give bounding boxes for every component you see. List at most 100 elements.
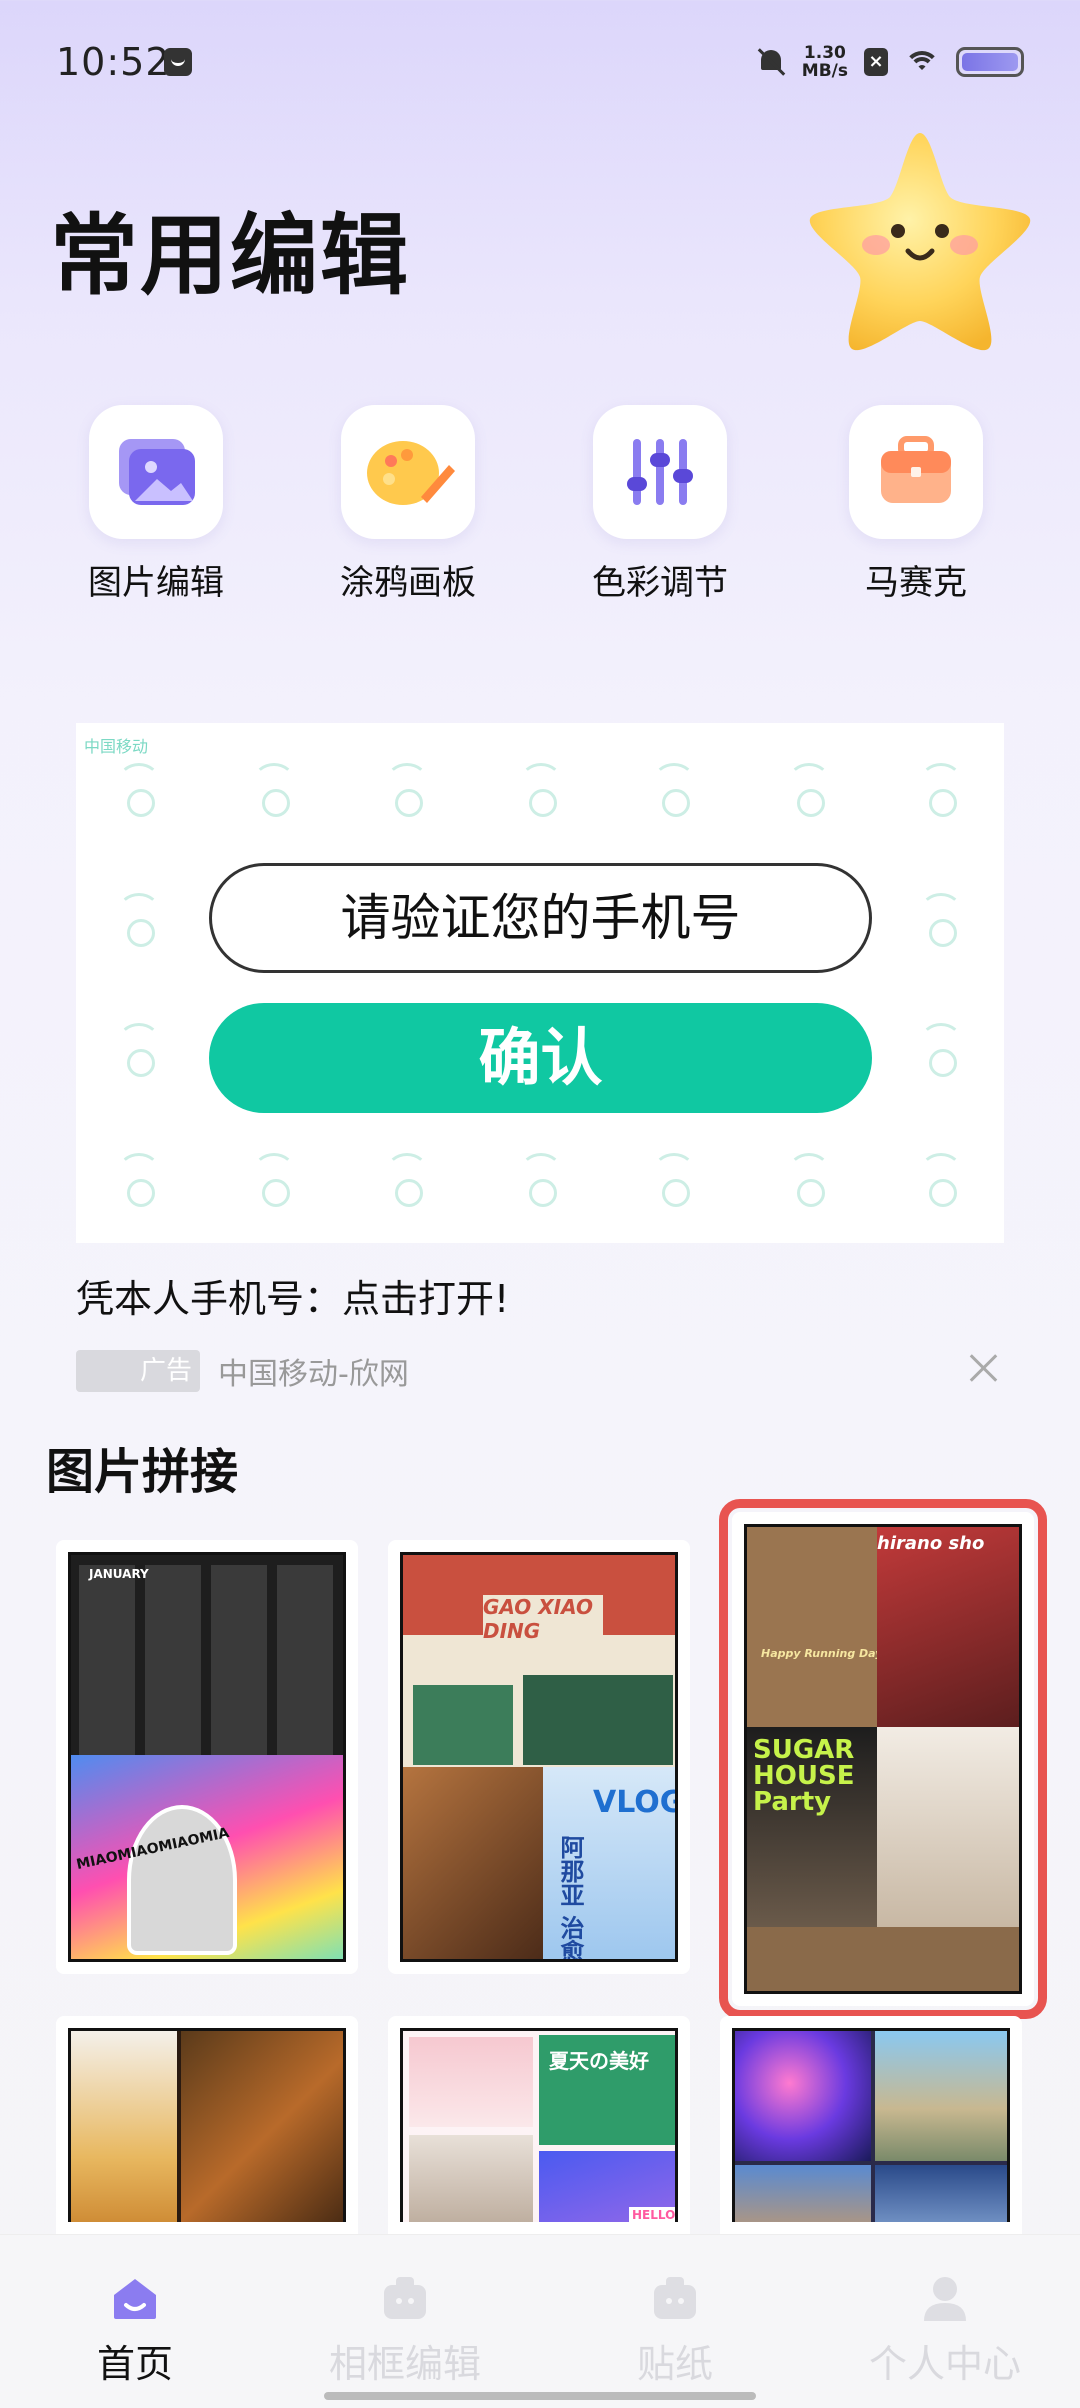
template-preview: JANUARY MIAOMIAOMIAOMIA bbox=[68, 1552, 346, 1962]
template-text: JANUARY bbox=[89, 1567, 149, 1581]
network-speed-unit: MB/s bbox=[801, 61, 848, 81]
collage-section-title: 图片拼接 bbox=[46, 1444, 239, 1500]
photo-tile bbox=[735, 2165, 871, 2222]
nav-profile[interactable]: 个人中心 bbox=[810, 2235, 1080, 2408]
sliders-icon bbox=[593, 405, 727, 539]
network-speed-value: 1.30 bbox=[803, 43, 846, 63]
nav-label: 首页 bbox=[96, 2342, 173, 2386]
template-text: SUGAR HOUSE Party bbox=[753, 1735, 855, 1817]
photo-tile bbox=[403, 1767, 543, 1959]
star-mascot-icon bbox=[809, 133, 1031, 351]
tool-doodle-board[interactable]: 涂鸦画板 bbox=[318, 405, 498, 604]
tool-photo-edit[interactable]: 图片编辑 bbox=[66, 405, 246, 604]
status-time: 10:52 bbox=[56, 40, 171, 84]
nav-frame-edit[interactable]: 相框编辑 bbox=[270, 2235, 540, 2408]
x-app-icon: × bbox=[864, 48, 888, 76]
page-title: 常用编辑 bbox=[50, 204, 411, 307]
template-text: HELLO bbox=[629, 2207, 675, 2222]
photo-edit-icon bbox=[89, 405, 223, 539]
photo-tile bbox=[877, 1727, 1019, 1927]
watermark-icon bbox=[651, 763, 697, 817]
mosaic-bag-icon bbox=[849, 405, 983, 539]
watermark-icon bbox=[116, 1153, 162, 1207]
food-photo-tile bbox=[71, 2031, 177, 2222]
watermark-icon bbox=[518, 763, 564, 817]
network-speed: 1.30 MB/s bbox=[802, 44, 848, 80]
photo-tile bbox=[409, 2135, 533, 2222]
template-text: 夏天の美好 bbox=[549, 2049, 649, 2073]
template-text: VLOG bbox=[593, 1785, 678, 1820]
collage-template-6[interactable] bbox=[720, 2016, 1022, 2234]
watermark-icon bbox=[116, 893, 162, 947]
watermark-icon bbox=[116, 763, 162, 817]
template-preview: Happy Running Day hirano sho SUGAR HOUSE… bbox=[744, 1524, 1022, 1994]
nav-home[interactable]: 首页 bbox=[0, 2235, 270, 2408]
home-indicator[interactable] bbox=[324, 2392, 756, 2400]
ad-badge: 广告 bbox=[76, 1350, 200, 1392]
watermark-icon bbox=[918, 1023, 964, 1077]
battery-icon bbox=[956, 47, 1024, 77]
fireworks-photo-tile bbox=[735, 2031, 871, 2161]
ad-logo: 中国移动 bbox=[84, 737, 149, 756]
nav-label: 贴纸 bbox=[636, 2342, 713, 2386]
tool-mosaic[interactable]: 马赛克 bbox=[826, 405, 1006, 604]
template-text: 阿那亚 治愈之旅 bbox=[556, 1835, 584, 1962]
collage-template-5[interactable]: 夏天の美好 HELLO bbox=[388, 2016, 690, 2234]
watermark-icon bbox=[384, 1153, 430, 1207]
tool-label: 图片编辑 bbox=[88, 563, 224, 603]
watermark-icon bbox=[251, 1153, 297, 1207]
photo-tile bbox=[875, 2165, 1007, 2222]
ad-close-icon[interactable] bbox=[964, 1348, 1004, 1388]
photo-tile bbox=[413, 1685, 513, 1765]
watermark-icon bbox=[651, 1153, 697, 1207]
watermark-icon bbox=[116, 1023, 162, 1077]
template-text: Happy Running Day bbox=[761, 1647, 883, 1660]
castle-photo-tile bbox=[875, 2031, 1007, 2161]
watermark-icon bbox=[918, 763, 964, 817]
template-preview: GAO XIAO DING VLOG 阿那亚 治愈之旅 bbox=[400, 1552, 678, 1962]
mute-icon bbox=[756, 46, 786, 78]
status-bar: 10:52 1.30 MB/s × bbox=[0, 0, 1080, 125]
tools-row: 图片编辑 涂鸦画板 色彩调节 马赛克 bbox=[0, 405, 1080, 605]
photo-tile bbox=[877, 1527, 1019, 1727]
palette-icon bbox=[341, 405, 475, 539]
photo-tile bbox=[523, 1675, 673, 1765]
ad-banner[interactable]: 中国移动 请验证您的手机号 确认 bbox=[76, 723, 1004, 1243]
status-icons: 1.30 MB/s × bbox=[756, 40, 1024, 84]
message-notification-icon bbox=[164, 48, 192, 76]
photo-grid-tile bbox=[79, 1565, 341, 1759]
tool-label: 色彩调节 bbox=[592, 563, 728, 603]
photo-tile bbox=[409, 2037, 533, 2127]
collage-template-1[interactable]: JANUARY MIAOMIAOMIAOMIA bbox=[56, 1540, 358, 1974]
collage-template-3[interactable]: Happy Running Day hirano sho SUGAR HOUSE… bbox=[719, 1499, 1047, 2019]
collage-template-4[interactable] bbox=[56, 2016, 358, 2234]
watermark-icon bbox=[786, 763, 832, 817]
watermark-icon bbox=[918, 1153, 964, 1207]
home-icon bbox=[110, 2273, 160, 2323]
nav-label: 相框编辑 bbox=[328, 2342, 481, 2386]
ad-phone-verify-field[interactable]: 请验证您的手机号 bbox=[209, 863, 872, 973]
tool-label: 马赛克 bbox=[865, 563, 967, 603]
tool-color-adjust[interactable]: 色彩调节 bbox=[570, 405, 750, 604]
nav-label: 个人中心 bbox=[868, 2342, 1021, 2386]
template-preview bbox=[68, 2028, 346, 2222]
nav-stickers[interactable]: 贴纸 bbox=[540, 2235, 810, 2408]
template-preview: 夏天の美好 HELLO bbox=[400, 2028, 678, 2222]
watermark-icon bbox=[918, 893, 964, 947]
ad-caption[interactable]: 凭本人手机号：点击打开! bbox=[76, 1268, 509, 1323]
template-text: hirano sho bbox=[877, 1533, 985, 1554]
watermark-icon bbox=[518, 1153, 564, 1207]
frame-edit-icon bbox=[380, 2273, 430, 2323]
template-preview bbox=[732, 2028, 1010, 2222]
ad-source: 中国移动-欣网 bbox=[218, 1357, 409, 1392]
wifi-icon bbox=[904, 47, 940, 77]
ad-confirm-button[interactable]: 确认 bbox=[209, 1003, 872, 1113]
profile-icon bbox=[920, 2273, 970, 2323]
tool-label: 涂鸦画板 bbox=[340, 563, 476, 603]
photo-tile bbox=[747, 1527, 877, 1727]
collage-template-2[interactable]: GAO XIAO DING VLOG 阿那亚 治愈之旅 bbox=[388, 1540, 690, 1974]
watermark-icon bbox=[786, 1153, 832, 1207]
sticker-icon bbox=[650, 2273, 700, 2323]
bottom-nav: 首页 相框编辑 贴纸 个人中心 bbox=[0, 2234, 1080, 2408]
watermark-icon bbox=[251, 763, 297, 817]
